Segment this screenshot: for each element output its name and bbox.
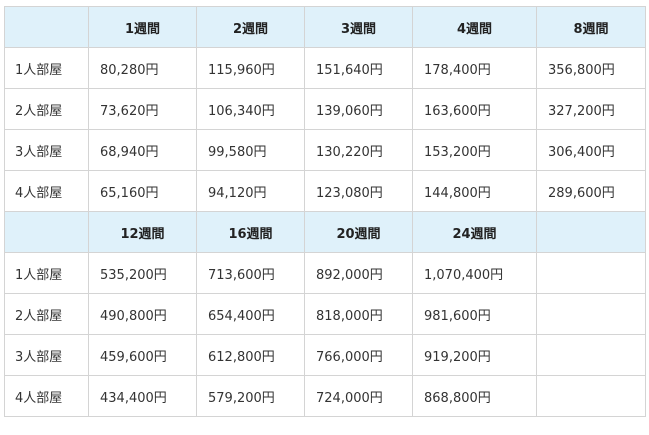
price-cell: 919,200円 [412, 334, 537, 376]
empty-cell [536, 293, 646, 335]
price-cell: 289,600円 [536, 170, 646, 212]
price-cell: 612,800円 [196, 334, 305, 376]
room-type-cell: 3人部屋 [4, 334, 89, 376]
header-cell-empty [536, 211, 646, 253]
table-row: 2人部屋 73,620円 106,340円 139,060円 163,600円 … [4, 88, 646, 130]
price-cell: 981,600円 [412, 293, 537, 335]
price-cell: 654,400円 [196, 293, 305, 335]
table-row: 1人部屋 80,280円 115,960円 151,640円 178,400円 … [4, 47, 646, 89]
duration-header-row: 12週間 16週間 20週間 24週間 [4, 211, 646, 253]
room-type-cell: 2人部屋 [4, 88, 89, 130]
header-cell-duration: 4週間 [412, 6, 537, 48]
price-cell: 123,080円 [304, 170, 413, 212]
price-cell: 490,800円 [88, 293, 197, 335]
empty-cell [536, 252, 646, 294]
price-cell: 535,200円 [88, 252, 197, 294]
price-cell: 306,400円 [536, 129, 646, 171]
price-table: 1週間 2週間 3週間 4週間 8週間 1人部屋 80,280円 115,960… [4, 6, 646, 417]
room-type-cell: 1人部屋 [4, 47, 89, 89]
price-cell: 579,200円 [196, 375, 305, 417]
header-cell-duration: 8週間 [536, 6, 646, 48]
header-cell-duration: 20週間 [304, 211, 413, 253]
table-row: 2人部屋 490,800円 654,400円 818,000円 981,600円 [4, 293, 646, 335]
price-cell: 892,000円 [304, 252, 413, 294]
room-type-cell: 1人部屋 [4, 252, 89, 294]
duration-header-row: 1週間 2週間 3週間 4週間 8週間 [4, 6, 646, 48]
header-cell-duration: 2週間 [196, 6, 305, 48]
table-row: 4人部屋 65,160円 94,120円 123,080円 144,800円 2… [4, 170, 646, 212]
header-corner-cell [4, 6, 89, 48]
header-cell-duration: 1週間 [88, 6, 197, 48]
price-cell: 144,800円 [412, 170, 537, 212]
price-cell: 818,000円 [304, 293, 413, 335]
header-cell-duration: 24週間 [412, 211, 537, 253]
empty-cell [536, 334, 646, 376]
price-cell: 65,160円 [88, 170, 197, 212]
price-cell: 73,620円 [88, 88, 197, 130]
price-cell: 94,120円 [196, 170, 305, 212]
room-type-cell: 4人部屋 [4, 375, 89, 417]
price-cell: 356,800円 [536, 47, 646, 89]
empty-cell [536, 375, 646, 417]
price-cell: 153,200円 [412, 129, 537, 171]
table-row: 3人部屋 459,600円 612,800円 766,000円 919,200円 [4, 334, 646, 376]
price-cell: 178,400円 [412, 47, 537, 89]
price-cell: 868,800円 [412, 375, 537, 417]
price-cell: 80,280円 [88, 47, 197, 89]
price-cell: 151,640円 [304, 47, 413, 89]
price-cell: 115,960円 [196, 47, 305, 89]
price-cell: 724,000円 [304, 375, 413, 417]
table-row: 3人部屋 68,940円 99,580円 130,220円 153,200円 3… [4, 129, 646, 171]
header-cell-duration: 16週間 [196, 211, 305, 253]
table-row: 1人部屋 535,200円 713,600円 892,000円 1,070,40… [4, 252, 646, 294]
price-cell: 766,000円 [304, 334, 413, 376]
price-cell: 713,600円 [196, 252, 305, 294]
room-type-cell: 4人部屋 [4, 170, 89, 212]
price-cell: 139,060円 [304, 88, 413, 130]
price-cell: 130,220円 [304, 129, 413, 171]
room-type-cell: 2人部屋 [4, 293, 89, 335]
price-cell: 68,940円 [88, 129, 197, 171]
price-cell: 1,070,400円 [412, 252, 537, 294]
price-cell: 434,400円 [88, 375, 197, 417]
header-cell-duration: 3週間 [304, 6, 413, 48]
price-cell: 106,340円 [196, 88, 305, 130]
price-cell: 163,600円 [412, 88, 537, 130]
table-row: 4人部屋 434,400円 579,200円 724,000円 868,800円 [4, 375, 646, 417]
price-cell: 99,580円 [196, 129, 305, 171]
header-corner-cell [4, 211, 89, 253]
price-cell: 327,200円 [536, 88, 646, 130]
room-type-cell: 3人部屋 [4, 129, 89, 171]
header-cell-duration: 12週間 [88, 211, 197, 253]
price-cell: 459,600円 [88, 334, 197, 376]
